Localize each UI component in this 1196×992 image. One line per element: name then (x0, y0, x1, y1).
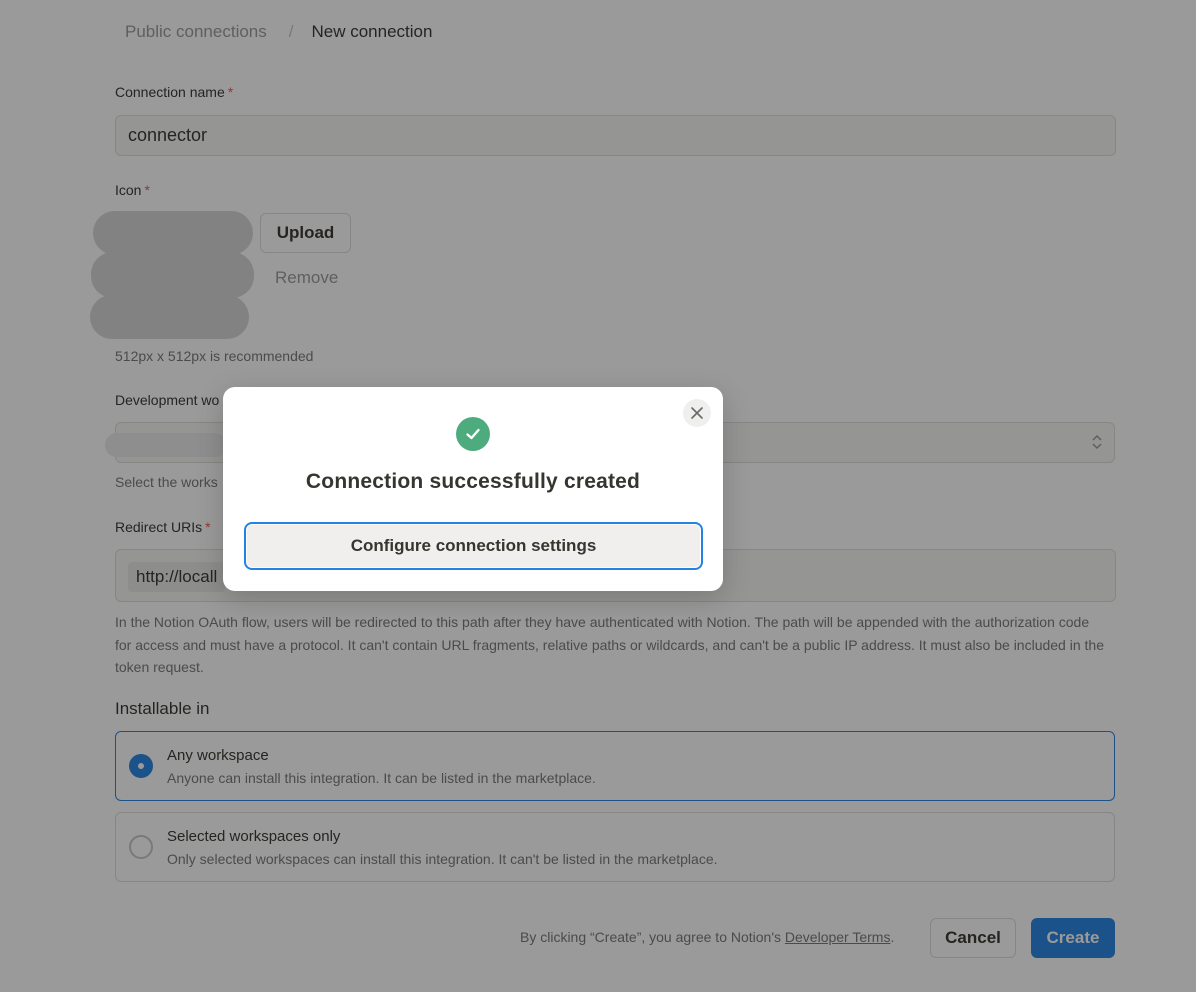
new-connection-page: Public connections / New connection Conn… (0, 0, 1196, 992)
configure-connection-settings-button[interactable]: Configure connection settings (244, 522, 703, 570)
close-icon[interactable] (683, 399, 711, 427)
success-modal: Connection successfully created Configur… (223, 387, 723, 591)
modal-title: Connection successfully created (305, 470, 641, 493)
check-circle-icon (456, 417, 490, 451)
